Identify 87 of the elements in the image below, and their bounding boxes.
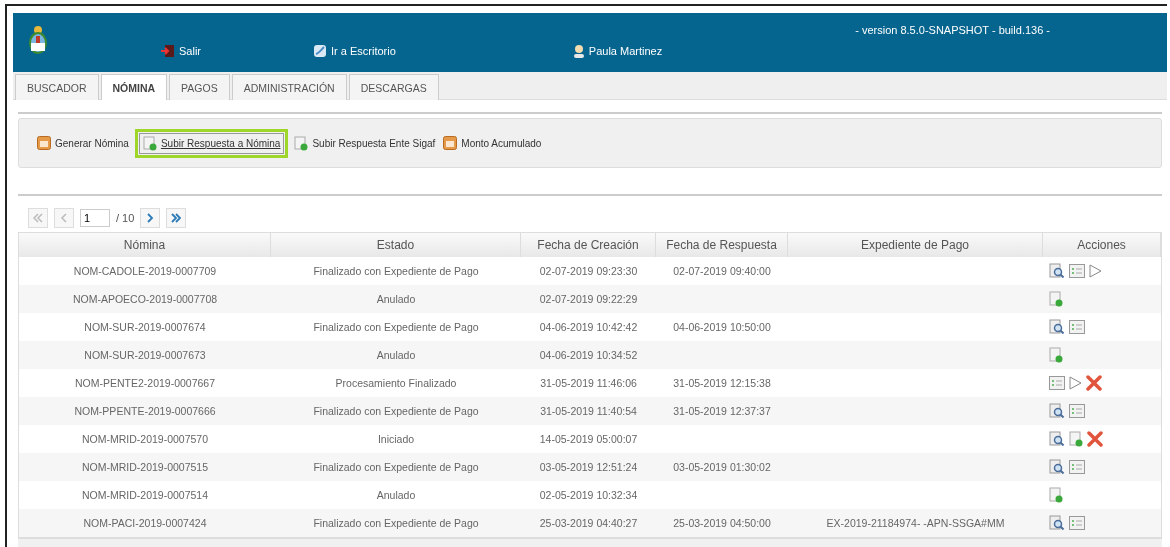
magnifier-document-icon[interactable] — [1049, 459, 1065, 475]
nav-tab[interactable]: BUSCADOR — [15, 74, 99, 100]
document-add-icon[interactable] — [1049, 347, 1063, 363]
double-chevron-right-icon — [171, 213, 182, 223]
table-cell: NOM-PENTE2-2019-0007667 — [74, 377, 216, 389]
table-cell: 31-05-2019 12:37:37 — [673, 405, 771, 417]
table-cell: NOM-SUR-2019-0007674 — [84, 321, 206, 333]
toolbar-button[interactable]: Monto Acumulado — [441, 133, 544, 153]
table-cell: NOM-SUR-2019-0007673 — [84, 349, 206, 361]
toolbar-button[interactable]: Subir Respuesta a Nómina — [134, 128, 289, 158]
table-cell: 31-05-2019 11:40:54 — [540, 405, 637, 417]
checklist-icon[interactable] — [1069, 264, 1085, 278]
table-cell: NOM-MRID-2019-0007570 — [81, 433, 209, 445]
nav-tab[interactable]: PAGOS — [169, 74, 230, 100]
table-cell: Finalizado con Expediente de Pago — [313, 321, 479, 333]
table-cell: 02-07-2019 09:23:30 — [539, 265, 638, 277]
table-cell: 02-07-2019 09:22:29 — [539, 293, 638, 305]
ledger-icon — [37, 136, 51, 150]
table-cell: Anulado — [376, 349, 416, 361]
table-cell: 02-05-2019 10:32:34 — [539, 489, 638, 501]
first-page-button[interactable] — [28, 208, 48, 228]
next-page-button[interactable] — [140, 208, 161, 228]
table-cell: Finalizado con Expediente de Pago — [313, 405, 479, 417]
delete-icon[interactable] — [1086, 375, 1102, 391]
last-page-button[interactable] — [166, 208, 187, 228]
document-add-icon[interactable] — [1049, 291, 1063, 307]
toolbar-button[interactable]: Subir Respuesta Ente Sigaf — [292, 132, 438, 154]
document-add-icon[interactable] — [1069, 431, 1083, 447]
chevron-right-icon — [145, 213, 156, 223]
nav-tab[interactable]: DESCARGAS — [348, 74, 439, 100]
magnifier-document-icon[interactable] — [1049, 263, 1065, 279]
table-cell: NOM-CADOLE-2019-0007709 — [73, 265, 217, 277]
table-cell: NOM-MRID-2019-0007515 — [81, 461, 209, 473]
table-cell: Procesamiento Finalizado — [335, 377, 457, 389]
table-cell: Anulado — [376, 293, 416, 305]
play-icon[interactable] — [1069, 376, 1082, 390]
checklist-icon[interactable] — [1069, 320, 1085, 334]
table-cell: NOM-APOECO-2019-0007708 — [72, 293, 218, 305]
table-cell: 14-05-2019 05:00:07 — [539, 433, 638, 445]
magnifier-document-icon[interactable] — [1049, 431, 1065, 447]
checklist-icon[interactable] — [1049, 376, 1065, 390]
table-cell: 31-05-2019 11:46:06 — [540, 377, 637, 389]
table-cell: Iniciado — [377, 433, 415, 445]
nav-tab[interactable]: NÓMINA — [100, 74, 168, 100]
table-cell: 04-06-2019 10:34:52 — [539, 349, 638, 361]
checklist-icon[interactable] — [1069, 460, 1085, 474]
toolbar-button[interactable]: Generar Nómina — [35, 133, 131, 153]
user-icon — [572, 44, 585, 58]
version-label: - version 8.5.0-SNAPSHOT - build.136 - — [855, 24, 1050, 36]
page-field[interactable]: 1 — [80, 209, 110, 227]
table-cell: EX-2019-21184974- -APN-SSGA#MM — [826, 517, 1005, 529]
play-icon[interactable] — [1089, 264, 1102, 278]
header-link[interactable]: Paula Martinez — [572, 44, 663, 58]
table-cell: Anulado — [376, 489, 416, 501]
double-chevron-left-icon — [33, 213, 43, 223]
ledger-icon — [443, 136, 458, 150]
table-cell: 04-06-2019 10:50:00 — [673, 321, 771, 333]
document-add-icon — [294, 135, 309, 151]
table-cell: 25-03-2019 04:40:27 — [539, 517, 638, 529]
delete-icon[interactable] — [1087, 431, 1103, 447]
table-cell: 04-06-2019 10:42:42 — [539, 321, 638, 333]
document-add-icon — [142, 135, 157, 151]
page-icon — [313, 44, 327, 58]
header-link[interactable]: Ir a Escritorio — [313, 44, 396, 58]
table-cell: 25-03-2019 04:50:00 — [673, 517, 771, 529]
table-cell: Finalizado con Expediente de Pago — [313, 517, 479, 529]
nav-tab[interactable]: ADMINISTRACIÓN — [231, 74, 347, 100]
table-cell: 03-05-2019 12:51:24 — [539, 461, 638, 473]
checklist-icon[interactable] — [1069, 404, 1085, 418]
exit-door-icon — [161, 44, 175, 58]
table-cell: 31-05-2019 12:15:38 — [673, 377, 771, 389]
header-link[interactable]: Salir — [161, 44, 201, 58]
magnifier-document-icon[interactable] — [1049, 319, 1065, 335]
table-cell: NOM-PPENTE-2019-0007666 — [74, 405, 216, 417]
table-cell: Finalizado con Expediente de Pago — [313, 265, 479, 277]
table-cell: 03-05-2019 01:30:02 — [673, 461, 771, 473]
magnifier-document-icon[interactable] — [1049, 515, 1065, 531]
table-cell: NOM-MRID-2019-0007514 — [81, 489, 209, 501]
document-add-icon[interactable] — [1049, 487, 1063, 503]
table-cell: NOM-PACI-2019-0007424 — [83, 517, 207, 529]
page-total: / 10 — [116, 212, 135, 224]
coat-of-arms-icon — [27, 25, 49, 55]
table-cell: 02-07-2019 09:40:00 — [673, 265, 771, 277]
chevron-left-icon — [59, 213, 69, 223]
magnifier-document-icon[interactable] — [1049, 403, 1065, 419]
checklist-icon[interactable] — [1069, 516, 1085, 530]
table-cell: Finalizado con Expediente de Pago — [313, 461, 479, 473]
